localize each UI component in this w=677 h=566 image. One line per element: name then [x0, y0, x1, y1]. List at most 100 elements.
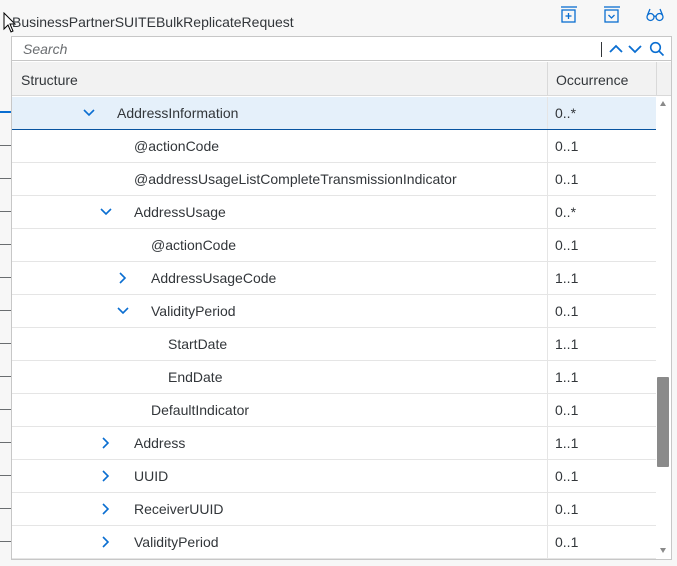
guide-tick	[0, 310, 11, 311]
page-title: BusinessPartnerSUITEBulkReplicateRequest	[12, 14, 294, 30]
text-caret	[601, 42, 602, 57]
tree-row-label: ReceiverUUID	[134, 501, 224, 517]
tree-row-label: StartDate	[168, 336, 228, 352]
column-header-structure[interactable]: Structure	[21, 72, 78, 88]
expand-all-icon[interactable]	[559, 5, 579, 25]
tree-row-occurrence: 1..1	[555, 336, 579, 352]
chevron-down-icon[interactable]	[99, 205, 113, 219]
tree-row-occurrence: 0..*	[555, 105, 577, 121]
vertical-scrollbar[interactable]	[656, 97, 671, 559]
tree-row[interactable]: @actionCode 0..1	[12, 130, 656, 163]
tree-row-label: AddressInformation	[117, 105, 239, 121]
column-header-occurrence[interactable]: Occurrence	[556, 72, 628, 88]
guide-tick	[0, 211, 11, 212]
tree-row-label: UUID	[134, 468, 169, 484]
column-divider[interactable]	[547, 62, 548, 96]
tree-row-label: @actionCode	[151, 237, 237, 253]
tree-row-label: @addressUsageListCompleteTransmissionInd…	[134, 171, 457, 187]
tree-row[interactable]: ValidityPeriod 0..1	[12, 526, 656, 559]
tree-row-occurrence: 0..1	[555, 468, 579, 484]
left-tree-guide	[0, 95, 11, 560]
tree-row[interactable]: @actionCode 0..1	[12, 229, 656, 262]
guide-tick	[0, 376, 11, 377]
guide-tick	[0, 442, 11, 443]
tree-row[interactable]: AddressUsage 0..*	[12, 196, 656, 229]
table-column-header: Structure Occurrence	[12, 62, 671, 96]
cell-divider	[547, 163, 548, 195]
tree-row-occurrence: 0..*	[555, 204, 577, 220]
tree-row[interactable]: DefaultIndicator 0..1	[12, 394, 656, 427]
tree-row-label: ValidityPeriod	[134, 534, 219, 550]
tree-row-label: @actionCode	[134, 138, 220, 154]
chevron-down-icon[interactable]	[82, 106, 96, 120]
tree-row[interactable]: ReceiverUUID 0..1	[12, 493, 656, 526]
tree-row[interactable]: AddressUsageCode 1..1	[12, 262, 656, 295]
search-icon[interactable]	[648, 40, 666, 58]
search-input[interactable]	[12, 37, 597, 60]
tree-row-occurrence: 0..1	[555, 534, 579, 550]
chevron-right-icon[interactable]	[99, 436, 113, 450]
guide-tick	[0, 178, 11, 179]
guide-tick	[0, 508, 11, 509]
cell-divider	[547, 328, 548, 360]
cell-divider	[547, 295, 548, 327]
guide-tick	[0, 111, 11, 113]
structure-panel: Structure Occurrence AddressInformation 0…	[11, 36, 672, 560]
column-divider	[656, 62, 657, 96]
cell-divider	[547, 196, 548, 228]
cell-divider	[547, 361, 548, 393]
tree-row-occurrence: 1..1	[555, 270, 579, 286]
cell-divider	[547, 493, 548, 525]
tree-row-label: DefaultIndicator	[151, 402, 250, 418]
guide-tick	[0, 244, 11, 245]
guide-tick	[0, 277, 11, 278]
tree-row[interactable]: StartDate 1..1	[12, 328, 656, 361]
structure-tree: AddressInformation 0..* @actionCode 0..1 @ad…	[12, 97, 656, 559]
guide-tick	[0, 343, 11, 344]
tree-row-occurrence: 0..1	[555, 402, 579, 418]
cell-divider	[547, 394, 548, 426]
scroll-up-icon[interactable]	[659, 100, 667, 108]
cell-divider	[547, 97, 548, 129]
scrollbar-thumb[interactable]	[657, 377, 669, 467]
cell-divider	[547, 526, 548, 558]
cell-divider	[547, 262, 548, 294]
tree-row-occurrence: 1..1	[555, 369, 579, 385]
chevron-right-icon[interactable]	[99, 502, 113, 516]
header-bar: BusinessPartnerSUITEBulkReplicateRequest	[0, 0, 677, 36]
tree-row[interactable]: EndDate 1..1	[12, 361, 656, 394]
tree-row-label: EndDate	[168, 369, 223, 385]
tree-row-label: AddressUsageCode	[151, 270, 277, 286]
tree-row-label: Address	[134, 435, 186, 451]
tree-row-occurrence: 1..1	[555, 435, 579, 451]
collapse-all-icon[interactable]	[602, 5, 622, 25]
tree-row[interactable]: AddressInformation 0..*	[12, 97, 656, 130]
guide-tick	[0, 475, 11, 476]
tree-row[interactable]: Address 1..1	[12, 427, 656, 460]
cell-divider	[547, 460, 548, 492]
chevron-right-icon[interactable]	[99, 469, 113, 483]
tree-row[interactable]: @addressUsageListCompleteTransmissionInd…	[12, 163, 656, 196]
previous-match-icon[interactable]	[607, 40, 625, 58]
cell-divider	[547, 427, 548, 459]
chevron-down-icon[interactable]	[116, 304, 130, 318]
chevron-right-icon[interactable]	[99, 535, 113, 549]
tree-row-occurrence: 0..1	[555, 138, 579, 154]
cell-divider	[547, 229, 548, 261]
guide-tick	[0, 145, 11, 146]
tree-row-occurrence: 0..1	[555, 237, 579, 253]
tree-row-occurrence: 0..1	[555, 501, 579, 517]
tree-row-label: AddressUsage	[134, 204, 226, 220]
chevron-right-icon[interactable]	[116, 271, 130, 285]
scroll-down-icon[interactable]	[659, 546, 667, 554]
guide-tick	[0, 409, 11, 410]
glasses-icon[interactable]	[645, 5, 665, 25]
search-bar	[12, 37, 671, 61]
tree-row[interactable]: UUID 0..1	[12, 460, 656, 493]
tree-row-occurrence: 0..1	[555, 303, 579, 319]
tree-row[interactable]: ValidityPeriod 0..1	[12, 295, 656, 328]
next-match-icon[interactable]	[626, 40, 644, 58]
tree-row-occurrence: 0..1	[555, 171, 579, 187]
guide-tick	[0, 541, 11, 542]
cell-divider	[547, 130, 548, 162]
